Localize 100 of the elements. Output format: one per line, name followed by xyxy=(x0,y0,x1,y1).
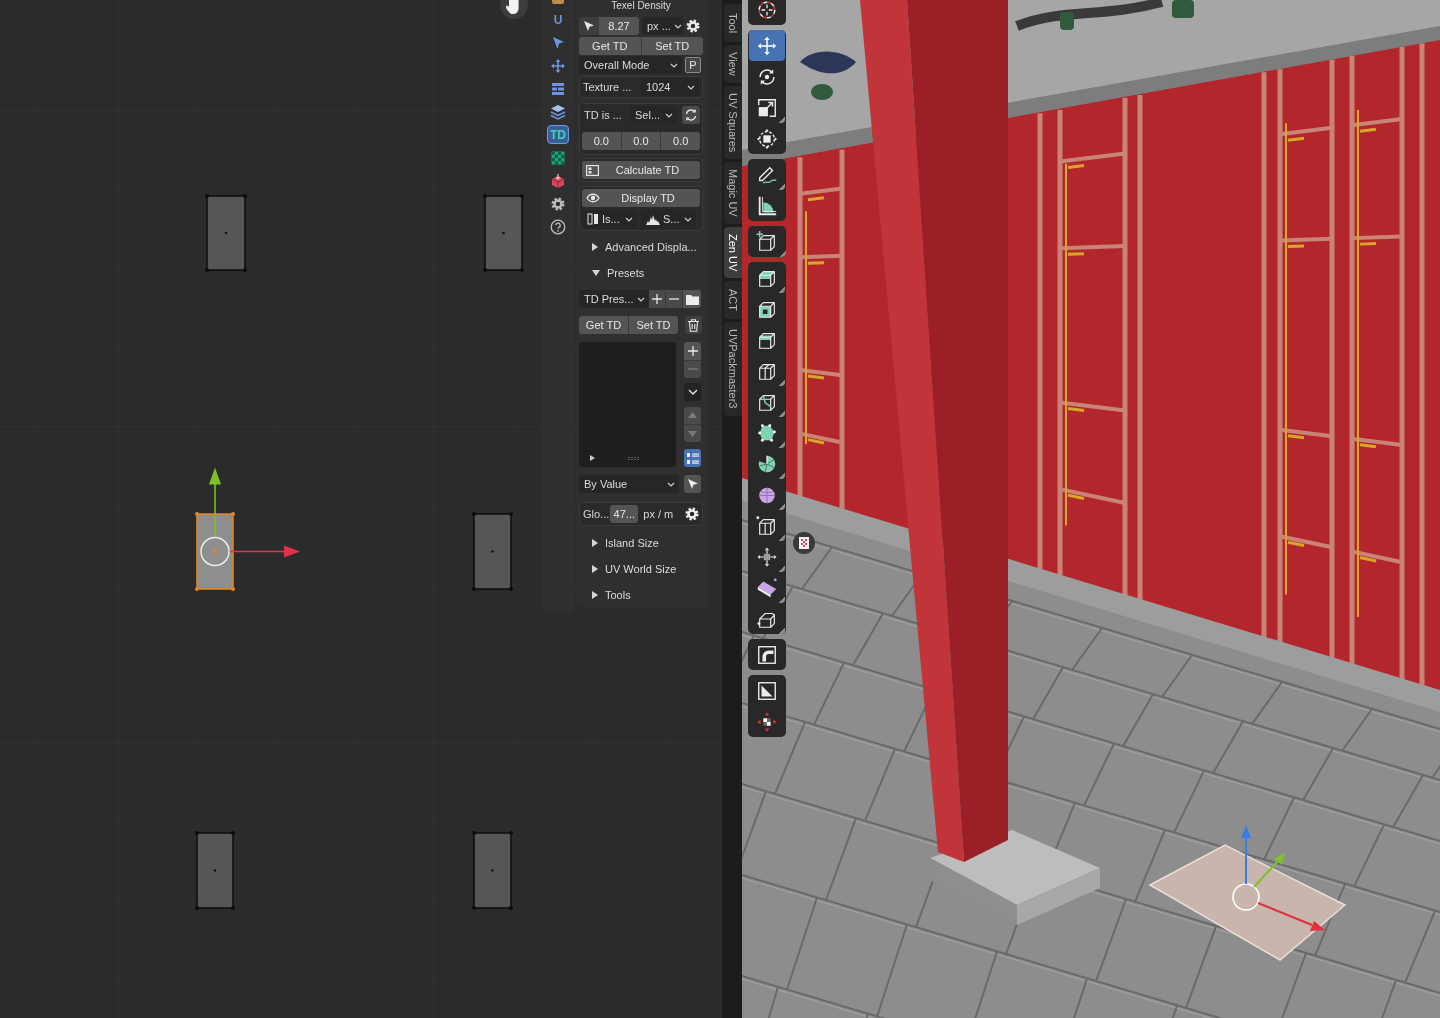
checker-arrows-icon xyxy=(756,710,778,733)
value-field[interactable]: 0.0 xyxy=(621,132,662,150)
eye-icon xyxy=(586,193,600,203)
td-button[interactable]: Get TD xyxy=(579,316,629,334)
rounded-corner-icon xyxy=(756,643,778,666)
checker-icon xyxy=(550,149,566,166)
grip-icon[interactable] xyxy=(628,456,640,460)
subpanel-header[interactable]: UV World Size xyxy=(579,559,703,579)
chevron-icon xyxy=(625,216,633,222)
sort-dropdown[interactable]: By Value xyxy=(579,475,679,493)
field-label: px / m xyxy=(643,506,674,522)
display-button[interactable]: Display TD xyxy=(582,189,700,207)
bars-icon xyxy=(587,213,599,225)
list-menu-button[interactable] xyxy=(684,382,701,401)
slab-icon xyxy=(756,576,778,599)
field-label: Texture ... xyxy=(583,79,633,95)
td-button[interactable]: Set TD xyxy=(629,316,678,334)
subpanel-header[interactable]: Advanced Displa... xyxy=(579,237,703,257)
sidebar-tab[interactable]: Tool xyxy=(724,4,742,42)
sidebar-tab[interactable]: UV Squares xyxy=(724,86,742,160)
density-field[interactable]: 8.27 xyxy=(599,17,639,35)
subpanel-header[interactable]: Island Size xyxy=(579,533,703,553)
refresh-icon xyxy=(684,108,698,122)
plus-icon xyxy=(687,345,698,356)
subpanel-header[interactable]: Presets xyxy=(579,263,703,283)
settings-icon[interactable] xyxy=(685,507,699,521)
field-label: TD is ... xyxy=(583,107,623,123)
sidebar-tab[interactable]: Magic UV xyxy=(724,162,742,224)
trash-icon xyxy=(688,318,699,332)
texture-size-dropdown[interactable]: 1024 xyxy=(641,78,699,96)
dashed-ring-square-icon xyxy=(756,127,778,150)
sidebar-tab[interactable]: UVPackmaster3 xyxy=(724,322,742,416)
checker-badge-icon[interactable] xyxy=(793,532,815,554)
help-icon xyxy=(550,218,566,235)
pick-button[interactable] xyxy=(684,475,701,493)
cursor-arrow-icon xyxy=(583,20,595,32)
triangle-down-icon xyxy=(688,430,697,437)
field-label: Glo... xyxy=(583,506,611,522)
chevron-icon xyxy=(673,23,682,29)
triangle-up-icon xyxy=(688,412,697,419)
chevron-icon xyxy=(637,296,645,302)
tool-button[interactable] xyxy=(748,639,786,670)
calculate-button[interactable]: Calculate TD xyxy=(582,161,700,179)
unit-dropdown[interactable]: px ... xyxy=(642,17,683,35)
scale-icon xyxy=(756,96,778,119)
preset-dropdown[interactable]: TD Pres... xyxy=(579,290,649,308)
sort-button[interactable] xyxy=(684,449,701,467)
crosshair-icon xyxy=(756,0,778,21)
add-preset-button[interactable] xyxy=(649,290,666,308)
plus-icon xyxy=(652,294,662,304)
pin-toggle[interactable]: P xyxy=(685,57,701,73)
polygon-icon xyxy=(756,421,778,444)
add-cube-icon xyxy=(756,230,778,253)
move-arrows-icon xyxy=(756,34,778,57)
chevron-icon xyxy=(667,481,675,487)
td-button[interactable]: Get TD xyxy=(579,37,642,55)
color-scheme-dropdown[interactable]: S... xyxy=(641,210,696,228)
mode-dropdown[interactable]: Overall Mode xyxy=(579,56,682,74)
display-mode-dropdown[interactable]: Is... xyxy=(582,210,637,228)
window-icon xyxy=(586,164,599,176)
open-folder-button[interactable] xyxy=(683,290,701,308)
sidebar-tab[interactable]: Zen UV xyxy=(724,227,742,279)
value-field[interactable]: 0.0 xyxy=(582,132,622,150)
move-arrows-icon xyxy=(550,57,566,74)
td-source-dropdown[interactable]: Sel... xyxy=(630,106,677,124)
add-item-button[interactable] xyxy=(684,342,701,360)
td-button[interactable]: Set TD xyxy=(641,37,703,55)
transform-gizmo-icon[interactable] xyxy=(1232,825,1325,931)
stacked-bars-icon xyxy=(550,80,566,97)
tool-button[interactable] xyxy=(748,226,786,257)
density-field[interactable]: 47... xyxy=(610,505,639,523)
cursor-arrow-icon xyxy=(686,478,699,490)
diagonal-square-icon xyxy=(756,679,778,702)
addon-tab[interactable]: U xyxy=(550,10,566,29)
layers-icon xyxy=(550,103,566,120)
box-arrow-icon xyxy=(550,172,566,189)
settings-icon xyxy=(550,195,566,212)
remove-preset-button[interactable] xyxy=(666,290,683,308)
sidebar-tab[interactable]: ACT xyxy=(724,281,742,320)
picker-button[interactable] xyxy=(579,17,599,35)
expand-triangle-icon[interactable] xyxy=(590,455,595,461)
chevron-icon xyxy=(687,84,695,90)
folder-icon xyxy=(685,293,699,305)
chevron-icon xyxy=(670,62,678,68)
ruler-icon xyxy=(756,194,778,217)
cursor-arrow-icon xyxy=(550,34,566,51)
settings-icon[interactable] xyxy=(686,19,700,33)
refresh-button[interactable] xyxy=(682,106,700,124)
panel-title: Texel Density xyxy=(610,0,672,11)
chevron-icon xyxy=(665,112,673,118)
tool-button[interactable] xyxy=(748,0,786,25)
transform-gizmo[interactable] xyxy=(200,467,300,567)
delete-button[interactable] xyxy=(685,316,702,334)
chevron-icon xyxy=(687,388,698,395)
chevron-icon xyxy=(684,216,692,222)
value-field[interactable]: 0.0 xyxy=(661,132,700,150)
sidebar-tab[interactable]: View xyxy=(724,45,742,83)
subpanel-header[interactable]: Tools xyxy=(579,585,703,605)
minus-icon xyxy=(669,298,679,300)
four-arrows-icon xyxy=(756,545,778,568)
